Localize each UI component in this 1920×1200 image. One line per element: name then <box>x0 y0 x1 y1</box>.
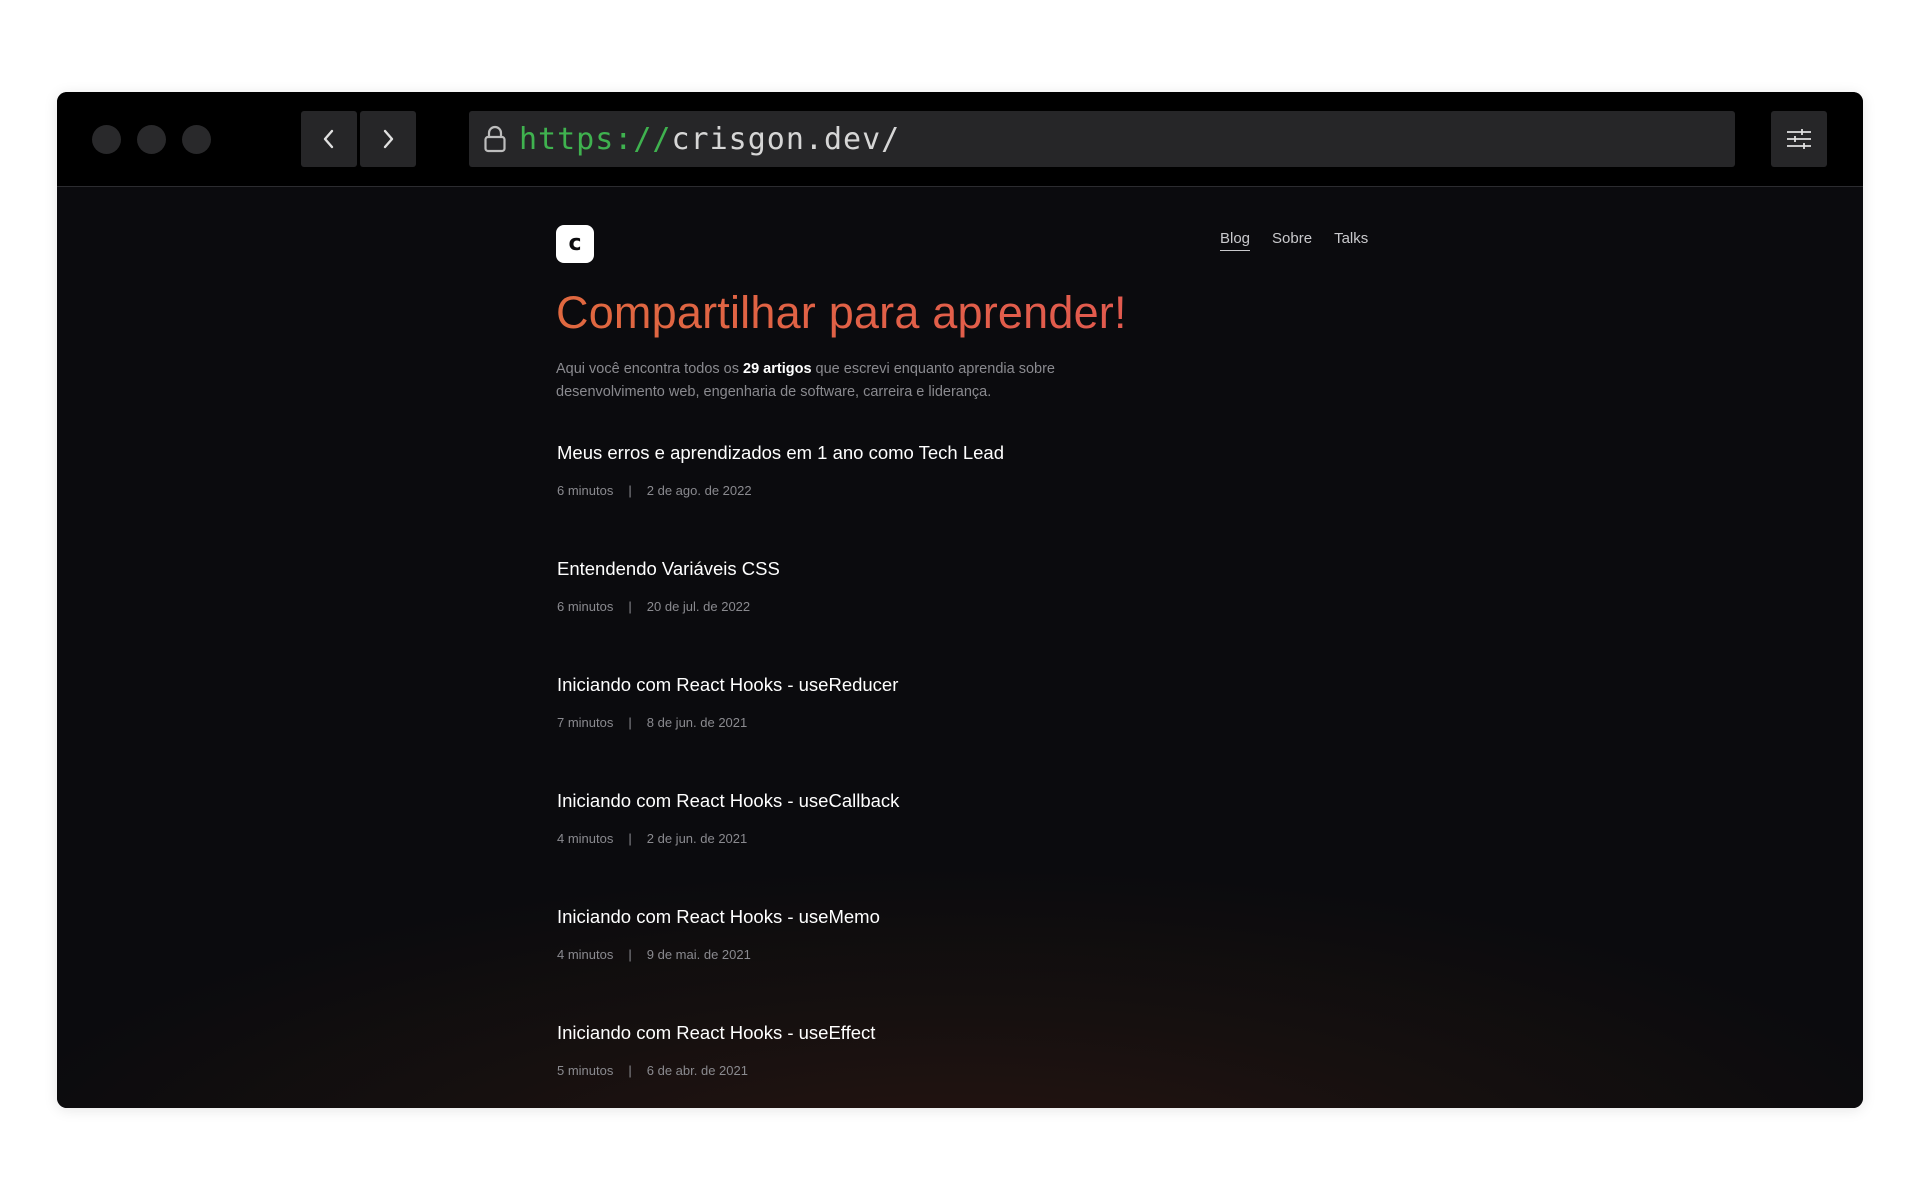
article-item[interactable]: Iniciando com React Hooks - useCallback … <box>556 790 1376 906</box>
forward-button[interactable] <box>360 111 416 167</box>
url-scheme: https:// <box>519 121 672 157</box>
intro-text: Aqui você encontra todos os 29 artigos q… <box>556 358 1116 404</box>
nav-link-sobre[interactable]: Sobre <box>1272 230 1312 251</box>
intro-before: Aqui você encontra todos os <box>556 361 744 377</box>
meta-separator: | <box>628 715 632 730</box>
article-count: 29 artigos <box>743 361 812 377</box>
lock-icon <box>481 124 509 154</box>
window-close-button[interactable] <box>92 125 121 154</box>
url-host: crisgon.dev/ <box>671 121 901 157</box>
site-logo[interactable]: c <box>556 225 594 263</box>
article-title[interactable]: Meus erros e aprendizados em 1 ano como … <box>557 442 1004 464</box>
article-meta: 6 minutos | 20 de jul. de 2022 <box>557 599 750 614</box>
nav-link-blog[interactable]: Blog <box>1220 230 1251 251</box>
window-maximize-button[interactable] <box>182 125 211 154</box>
browser-toolbar: https://crisgon.dev/ <box>57 92 1863 187</box>
article-item[interactable]: Entendendo Variáveis CSS 6 minutos | 20 … <box>556 558 1376 674</box>
window-minimize-button[interactable] <box>137 125 166 154</box>
read-time: 6 minutos <box>557 483 614 498</box>
article-title[interactable]: Iniciando com React Hooks - useEffect <box>557 1022 875 1044</box>
publish-date: 2 de jun. de 2021 <box>646 831 748 846</box>
article-title[interactable]: Iniciando com React Hooks - useMemo <box>557 906 880 928</box>
read-time: 5 minutos <box>557 1063 614 1078</box>
article-item[interactable]: Iniciando com React Hooks - useReducer 7… <box>556 674 1376 790</box>
chevron-right-icon <box>383 129 394 149</box>
meta-separator: | <box>628 831 632 846</box>
site-nav: Blog Sobre Talks <box>1220 230 1368 251</box>
article-list: Meus erros e aprendizados em 1 ano como … <box>556 442 1376 1108</box>
article-item[interactable]: Iniciando com React Hooks - useMemo 4 mi… <box>556 906 1376 1022</box>
article-meta: 5 minutos | 6 de abr. de 2021 <box>557 1063 748 1078</box>
meta-separator: | <box>628 599 632 614</box>
url-text[interactable]: https://crisgon.dev/ <box>519 122 900 157</box>
article-meta: 6 minutos | 2 de ago. de 2022 <box>557 483 752 498</box>
article-item[interactable]: Iniciando com React Hooks - useEffect 5 … <box>556 1022 1376 1108</box>
article-title[interactable]: Entendendo Variáveis CSS <box>557 558 780 580</box>
settings-button[interactable] <box>1771 111 1827 167</box>
publish-date: 6 de abr. de 2021 <box>646 1063 748 1078</box>
chevron-left-icon <box>323 129 334 149</box>
article-title[interactable]: Iniciando com React Hooks - useCallback <box>557 790 899 812</box>
browser-window: https://crisgon.dev/ c Blog Sobre Talks <box>57 92 1863 1108</box>
publish-date: 9 de mai. de 2021 <box>646 947 751 962</box>
read-time: 4 minutos <box>557 947 614 962</box>
article-item[interactable]: Meus erros e aprendizados em 1 ano como … <box>556 442 1376 558</box>
page-viewport: c Blog Sobre Talks Compartilhar para apr… <box>57 187 1863 1108</box>
read-time: 6 minutos <box>557 599 614 614</box>
sliders-icon <box>1787 129 1811 149</box>
read-time: 4 minutos <box>557 831 614 846</box>
publish-date: 2 de ago. de 2022 <box>646 483 752 498</box>
article-meta: 7 minutos | 8 de jun. de 2021 <box>557 715 747 730</box>
article-meta: 4 minutos | 9 de mai. de 2021 <box>557 947 751 962</box>
meta-separator: | <box>628 483 632 498</box>
logo-letter: c <box>568 230 582 256</box>
address-bar[interactable]: https://crisgon.dev/ <box>469 111 1735 167</box>
publish-date: 8 de jun. de 2021 <box>646 715 748 730</box>
meta-separator: | <box>628 947 632 962</box>
read-time: 7 minutos <box>557 715 614 730</box>
article-meta: 4 minutos | 2 de jun. de 2021 <box>557 831 747 846</box>
back-button[interactable] <box>301 111 357 167</box>
publish-date: 20 de jul. de 2022 <box>646 599 751 614</box>
article-title[interactable]: Iniciando com React Hooks - useReducer <box>557 674 898 696</box>
nav-link-talks[interactable]: Talks <box>1334 230 1368 251</box>
page-title: Compartilhar para aprender! <box>556 287 1127 338</box>
meta-separator: | <box>628 1063 632 1078</box>
